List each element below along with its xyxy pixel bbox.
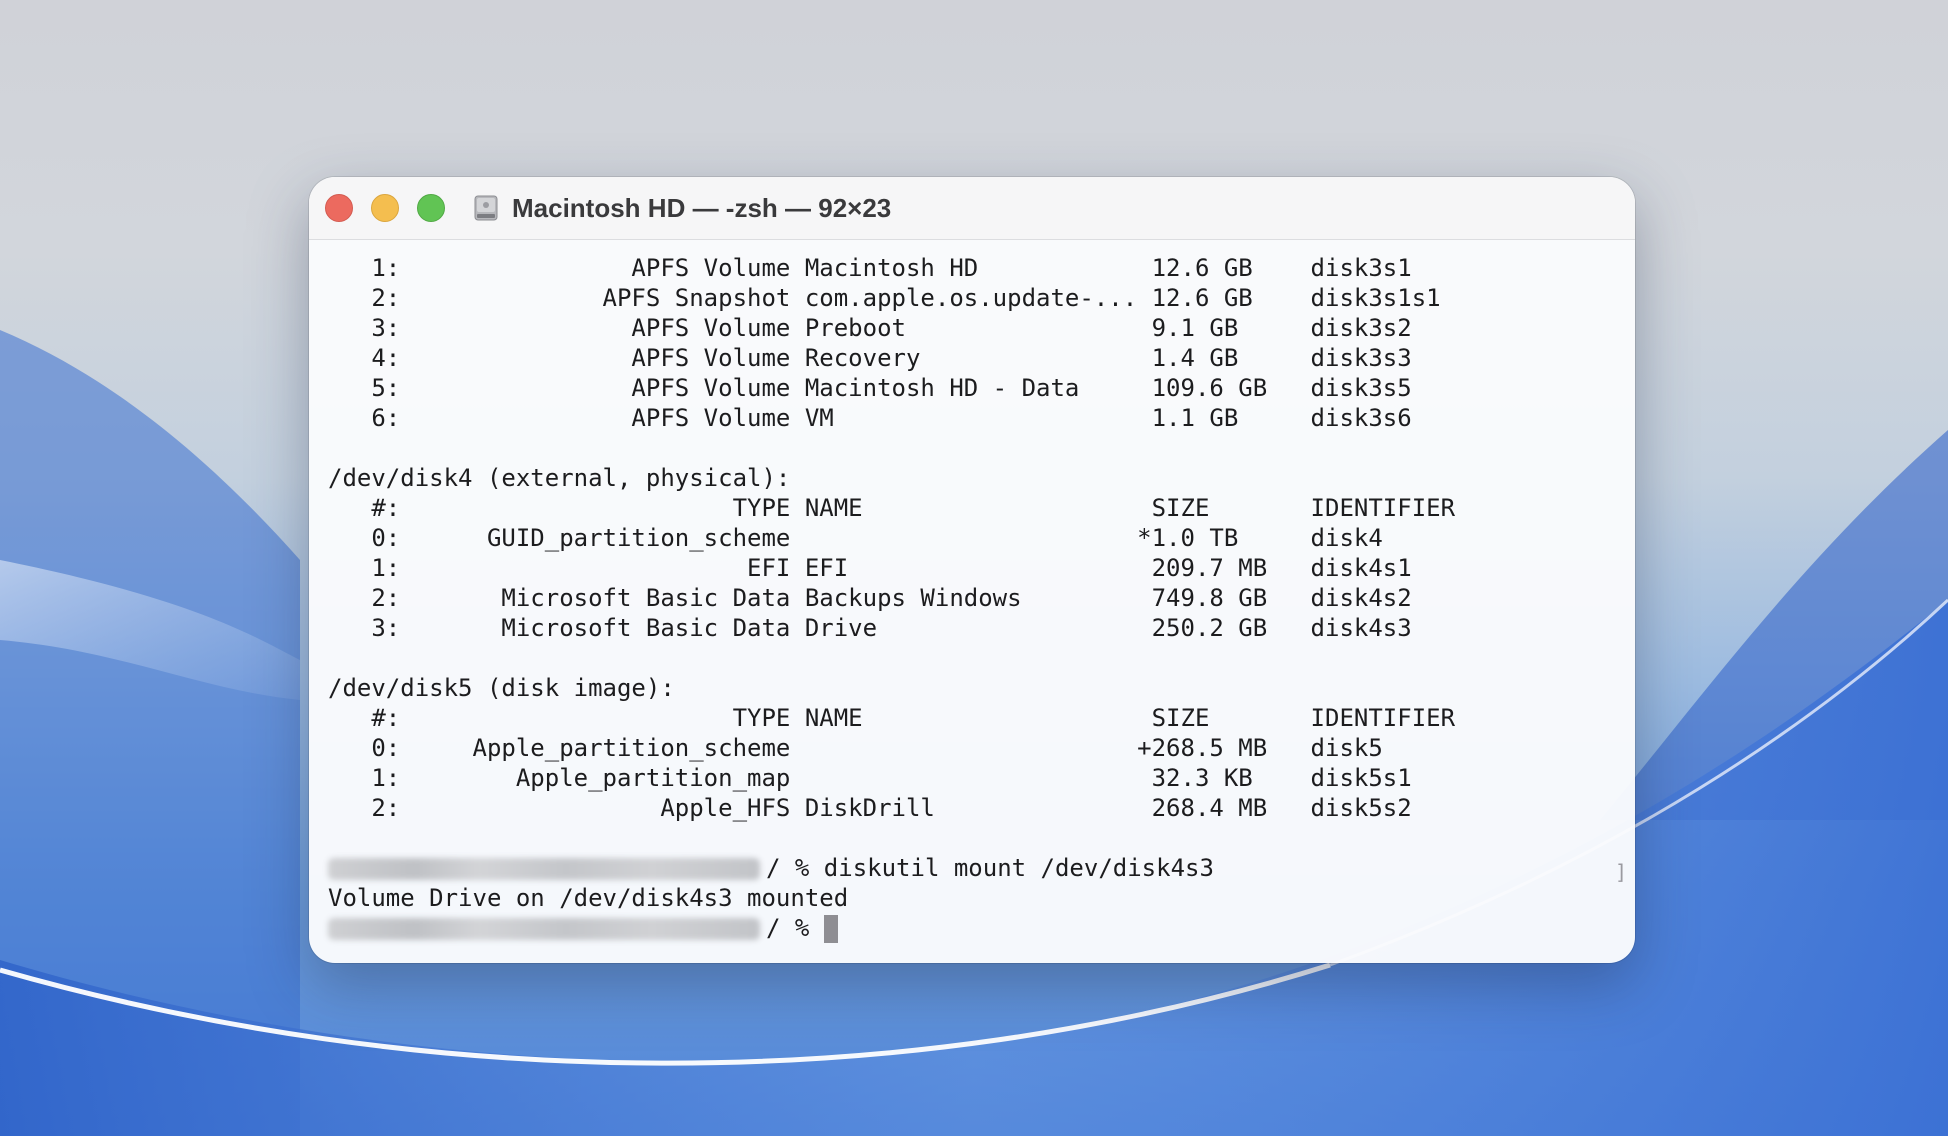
output-line: 6: APFS Volume VM 1.1 GB disk3s6 — [328, 404, 1412, 432]
minimize-button[interactable] — [371, 194, 399, 222]
redacted-prompt-user — [328, 858, 760, 880]
close-button[interactable] — [325, 194, 353, 222]
output-line: 2: APFS Snapshot com.apple.os.update-...… — [328, 284, 1441, 312]
output-line: 3: APFS Volume Preboot 9.1 GB disk3s2 — [328, 314, 1412, 342]
output-line: 5: APFS Volume Macintosh HD - Data 109.6… — [328, 374, 1412, 402]
prompt-suffix: / % — [766, 914, 824, 942]
title-bar[interactable]: Macintosh HD — -zsh — 92×23 — [309, 177, 1635, 240]
hard-disk-icon — [474, 195, 498, 221]
output-line: 2: Apple_HFS DiskDrill 268.4 MB disk5s2 — [328, 794, 1412, 822]
output-line: 1: APFS Volume Macintosh HD 12.6 GB disk… — [328, 254, 1412, 282]
prompt-suffix: / % — [766, 854, 824, 882]
output-line: #: TYPE NAME SIZE IDENTIFIER — [328, 704, 1456, 732]
text-cursor[interactable] — [823, 915, 838, 943]
command-line: / % diskutil mount /dev/disk4s3 — [328, 853, 1618, 883]
output-line: #: TYPE NAME SIZE IDENTIFIER — [328, 494, 1456, 522]
output-line: /dev/disk4 (external, physical): — [328, 464, 791, 492]
output-line: 4: APFS Volume Recovery 1.4 GB disk3s3 — [328, 344, 1412, 372]
command-output: Volume Drive on /dev/disk4s3 mounted — [328, 884, 849, 912]
command-text: diskutil mount /dev/disk4s3 — [823, 854, 1214, 882]
output-line: 1: Apple_partition_map 32.3 KB disk5s1 — [328, 764, 1412, 792]
zoom-button[interactable] — [417, 194, 445, 222]
output-line: 2: Microsoft Basic Data Backups Windows … — [328, 584, 1412, 612]
redacted-prompt-user — [328, 918, 760, 940]
scroll-marker: ] — [1615, 860, 1628, 884]
terminal-content[interactable]: 1: APFS Volume Macintosh HD 12.6 GB disk… — [328, 253, 1618, 953]
output-line: /dev/disk5 (disk image): — [328, 674, 675, 702]
active-prompt-line[interactable]: / % — [328, 913, 1618, 943]
terminal-window[interactable]: Macintosh HD — -zsh — 92×23 1: APFS Volu… — [309, 177, 1635, 963]
output-line: 1: EFI EFI 209.7 MB disk4s1 — [328, 554, 1412, 582]
window-title-group: Macintosh HD — -zsh — 92×23 — [474, 191, 891, 225]
output-line: 3: Microsoft Basic Data Drive 250.2 GB d… — [328, 614, 1412, 642]
output-line: 0: Apple_partition_scheme +268.5 MB disk… — [328, 734, 1383, 762]
window-title: Macintosh HD — -zsh — 92×23 — [512, 192, 892, 223]
output-line: 0: GUID_partition_scheme *1.0 TB disk4 — [328, 524, 1383, 552]
